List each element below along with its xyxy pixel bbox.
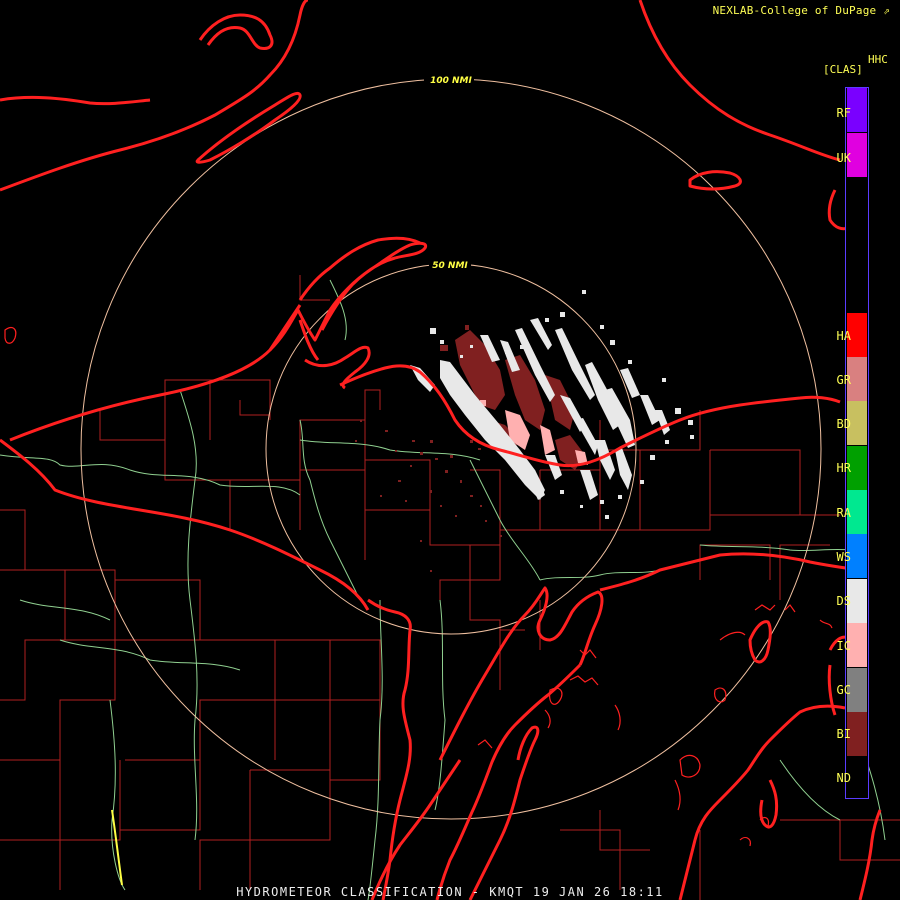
external-link-icon[interactable]: ⇗ — [883, 4, 890, 17]
product-code: HHC — [868, 53, 888, 66]
radar-map: 100 NMI 50 NMI — [0, 0, 900, 900]
product-tag: [CLAS] — [823, 63, 863, 76]
radar-display: 100 NMI 50 NMI NEXLAB-College of DuPage … — [0, 0, 900, 900]
product-footer: HYDROMETEOR CLASSIFICATION - KMQT 19 JAN… — [236, 885, 664, 899]
shoreline-details — [4, 327, 833, 847]
credit-label: NEXLAB-College of DuPage ⇗ — [712, 4, 890, 17]
range-ring-100-label: 100 NMI — [430, 76, 472, 86]
range-ring-50-label: 50 NMI — [432, 261, 468, 271]
range-rings: 100 NMI 50 NMI — [80, 73, 822, 820]
